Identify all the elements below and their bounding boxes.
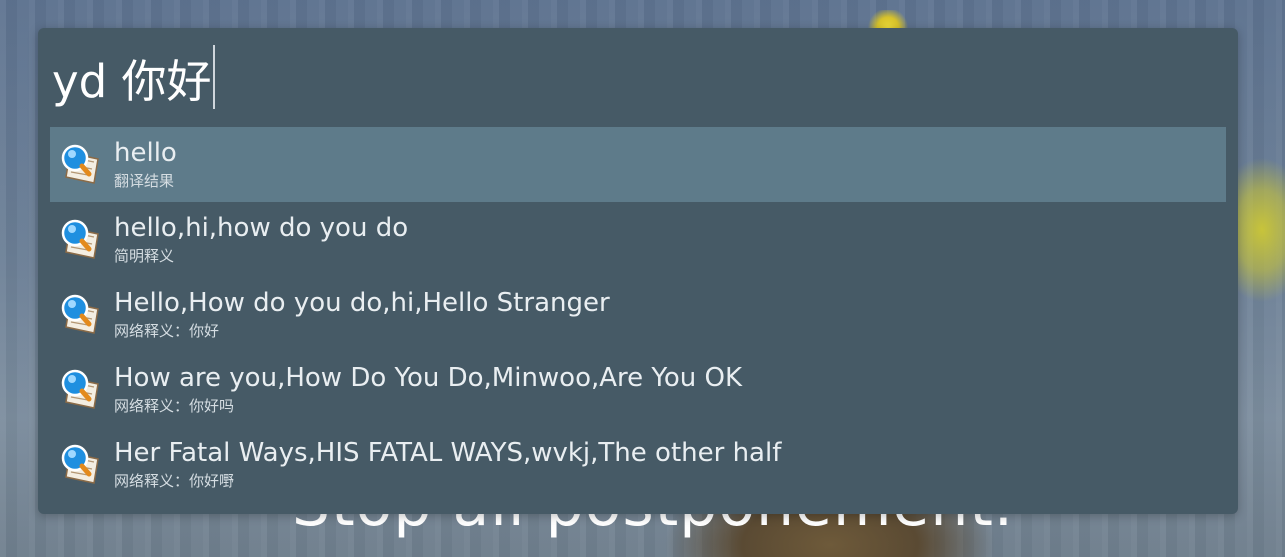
- results-list: hello 翻译结果 hello,hi,how do you do 简明释义 H…: [50, 127, 1226, 502]
- query-text: yd 你好: [52, 54, 212, 108]
- result-title: Her Fatal Ways,HIS FATAL WAYS,wvkj,The o…: [114, 438, 782, 468]
- dictionary-search-icon: [61, 369, 99, 409]
- result-subtitle: 网络释义：你好: [114, 322, 220, 340]
- result-subtitle: 网络释义：你好吗: [114, 397, 235, 415]
- result-title: hello: [114, 138, 177, 168]
- launcher-window: yd 你好 hello 翻译结果 hello,hi,how do you do: [38, 28, 1238, 514]
- dictionary-search-icon: [61, 294, 99, 334]
- result-title: hello,hi,how do you do: [114, 213, 409, 243]
- result-subtitle: 网络释义：你好嘢: [114, 472, 235, 490]
- dictionary-search-icon: [61, 144, 99, 184]
- result-subtitle: 简明释义: [114, 247, 175, 265]
- result-item[interactable]: hello 翻译结果: [50, 127, 1226, 202]
- result-item[interactable]: How are you,How Do You Do,Minwoo,Are You…: [50, 352, 1226, 427]
- result-item[interactable]: Her Fatal Ways,HIS FATAL WAYS,wvkj,The o…: [50, 427, 1226, 502]
- query-input[interactable]: yd 你好: [52, 44, 215, 110]
- result-item[interactable]: Hello,How do you do,hi,Hello Stranger 网络…: [50, 277, 1226, 352]
- result-title: Hello,How do you do,hi,Hello Stranger: [114, 288, 610, 318]
- dictionary-search-icon: [61, 444, 99, 484]
- result-item[interactable]: hello,hi,how do you do 简明释义: [50, 202, 1226, 277]
- result-title: How are you,How Do You Do,Minwoo,Are You…: [114, 363, 743, 393]
- text-caret: [212, 45, 215, 109]
- result-subtitle: 翻译结果: [114, 172, 175, 190]
- dictionary-search-icon: [61, 219, 99, 259]
